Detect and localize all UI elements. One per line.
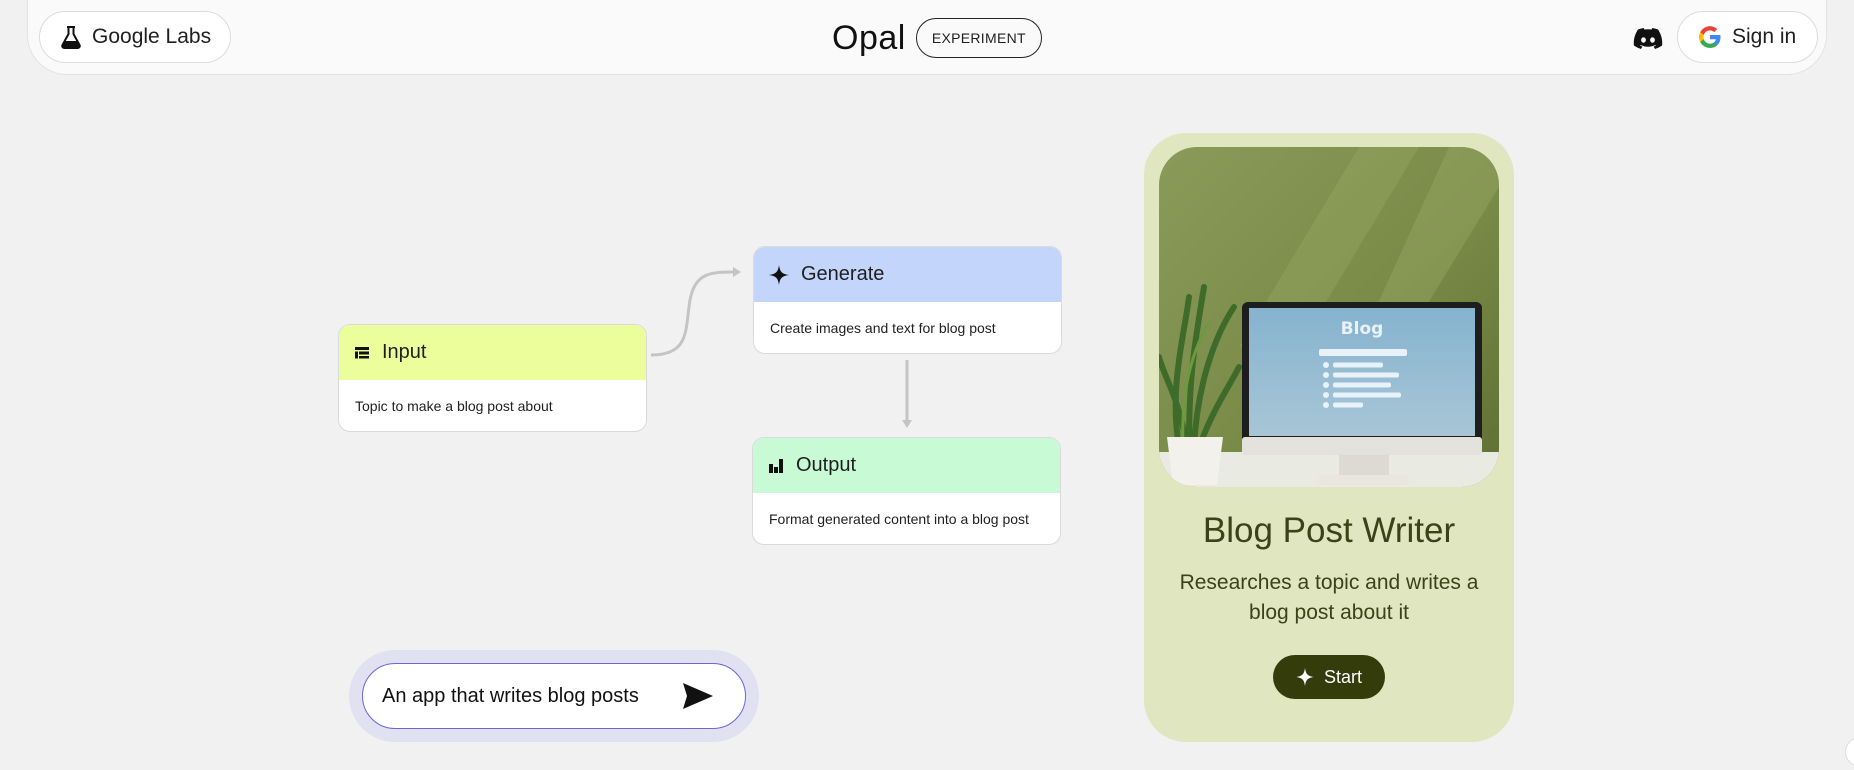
start-button[interactable]: Start — [1273, 655, 1385, 699]
sparkle-icon — [769, 264, 789, 285]
card-title: Blog Post Writer — [1202, 511, 1456, 550]
output-node-title: Output — [796, 454, 857, 476]
output-node-description: Format generated content into a blog pos… — [769, 510, 1029, 527]
generate-node-header: Generate — [754, 247, 1061, 302]
input-node-description: Topic to make a blog post about — [355, 397, 553, 414]
generate-node-title: Generate — [801, 263, 885, 285]
floating-action-button[interactable] — [1845, 737, 1854, 767]
prompt-container: An app that writes blog posts — [349, 650, 759, 742]
flow-connectors — [650, 267, 912, 428]
output-node[interactable]: Output Format generated content into a b… — [752, 437, 1061, 545]
prompt-input[interactable]: An app that writes blog posts — [362, 663, 746, 729]
input-lines-icon — [355, 346, 369, 358]
google-labs-label: Google Labs — [92, 25, 212, 48]
sign-in-button[interactable]: Sign in — [1677, 11, 1818, 63]
generate-node-description: Create images and text for blog post — [770, 319, 996, 336]
card-description: Researches a topic and writes a blog pos… — [1179, 571, 1479, 624]
connector-input-generate — [650, 270, 736, 357]
input-node-header: Input — [339, 325, 646, 380]
generate-node[interactable]: Generate Create images and text for blog… — [753, 246, 1062, 354]
screen-blog-text: Blog — [1341, 319, 1384, 339]
input-node[interactable]: Input Topic to make a blog post about — [338, 324, 647, 432]
connector-arrowhead-output — [902, 420, 912, 428]
brand-name: Opal — [832, 18, 906, 57]
google-g-icon — [1699, 26, 1721, 48]
experiment-badge: EXPERIMENT — [915, 18, 1042, 58]
output-bars-icon — [769, 458, 783, 473]
send-icon[interactable] — [677, 676, 717, 716]
discord-icon[interactable] — [1632, 22, 1664, 54]
google-labs-button[interactable]: Google Labs — [39, 11, 231, 63]
input-node-title: Input — [382, 341, 427, 363]
brand: Opal EXPERIMENT — [832, 18, 1042, 58]
output-node-header: Output — [753, 438, 1060, 493]
sign-in-label: Sign in — [1732, 25, 1797, 48]
blog-computer-illustration: Blog — [1159, 147, 1499, 487]
card-image: Blog — [1159, 147, 1499, 487]
connector-arrowhead-generate — [733, 267, 741, 277]
sparkle-icon — [1295, 668, 1314, 686]
blog-post-writer-card[interactable]: Blog Blog Post Writer Researches a topic… — [1144, 133, 1514, 742]
top-bar: Google Labs Opal EXPERIMENT Sign in — [27, 0, 1827, 75]
start-button-label: Start — [1323, 666, 1362, 687]
prompt-input-text: An app that writes blog posts — [382, 684, 639, 707]
flask-icon — [61, 26, 81, 49]
